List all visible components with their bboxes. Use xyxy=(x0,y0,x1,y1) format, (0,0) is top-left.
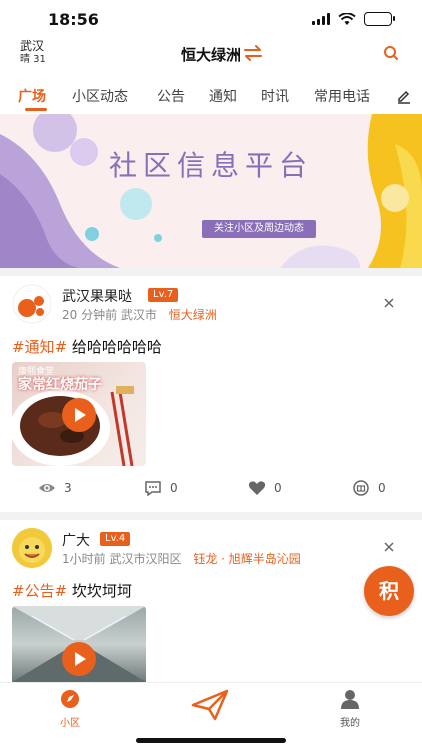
post-city: 武汉市 xyxy=(120,308,157,322)
heart-icon xyxy=(248,481,266,495)
play-icon[interactable] xyxy=(62,398,96,432)
status-time: 18:56 xyxy=(48,10,99,29)
view-count: 3 xyxy=(38,480,72,496)
post-meta: 20 分钟前 武汉市 恒大绿洲 xyxy=(62,306,217,323)
tab-plaza[interactable]: 广场 xyxy=(18,86,46,106)
post-content: 坎坎坷坷 xyxy=(71,582,132,600)
video-thumbnail[interactable]: 康熙食堂 家常红烧茄子 xyxy=(12,362,146,466)
section-divider xyxy=(0,268,422,276)
post-stats: 3 0 0 0 xyxy=(0,480,422,500)
nav-home[interactable]: 小区 xyxy=(40,689,100,729)
comment-count: 0 xyxy=(170,481,178,495)
thumb-title: 家常红烧茄子 xyxy=(18,377,102,393)
compass-icon xyxy=(61,690,79,708)
nav-mine-label: 我的 xyxy=(340,718,360,729)
post-tag[interactable]: #通知# xyxy=(12,338,67,356)
active-tab-indicator xyxy=(25,108,47,111)
view-count-value: 3 xyxy=(64,481,72,495)
author-name[interactable]: 武汉果果哒 xyxy=(62,286,132,306)
user-icon xyxy=(341,690,359,709)
post-card[interactable]: 广大 Lv.4 1小时前 武汉市汉阳区 钰龙 · 旭辉半岛沁园 #公告# 坎坎坷… xyxy=(0,520,422,682)
play-icon[interactable] xyxy=(62,642,96,676)
tab-announcement[interactable]: 公告 xyxy=(157,86,185,106)
header: 武汉 晴 31 恒大绿洲 xyxy=(0,40,422,80)
signal-icon xyxy=(312,13,330,25)
share-button[interactable]: 0 xyxy=(352,480,386,496)
tab-common-phones[interactable]: 常用电话 xyxy=(314,86,370,106)
level-badge: Lv.4 xyxy=(100,532,131,546)
tab-news-flash[interactable]: 时讯 xyxy=(261,86,289,106)
level-badge: Lv.7 xyxy=(148,288,179,302)
send-icon xyxy=(191,689,229,721)
post-tag[interactable]: #公告# xyxy=(12,582,67,600)
banner-subtitle: 关注小区及周边动态 xyxy=(202,220,316,238)
points-button[interactable]: 积 xyxy=(364,566,414,616)
post-card[interactable]: 武汉果果哒 Lv.7 20 分钟前 武汉市 恒大绿洲 #通知# 给哈哈哈哈哈 康… xyxy=(0,276,422,508)
wifi-icon xyxy=(338,12,356,25)
tab-community-news[interactable]: 小区动态 xyxy=(72,86,128,106)
like-button[interactable]: 0 xyxy=(248,480,282,496)
banner[interactable]: 社区信息平台 关注小区及周边动态 xyxy=(0,114,422,268)
nav-mine[interactable]: 我的 xyxy=(320,689,380,729)
author-name[interactable]: 广大 xyxy=(62,530,90,550)
post-time: 20 分钟前 xyxy=(62,308,118,322)
post-location[interactable]: 恒大绿洲 xyxy=(169,308,217,322)
comment-button[interactable]: 0 xyxy=(144,480,178,496)
search-icon[interactable] xyxy=(382,44,400,62)
status-bar: 18:56 xyxy=(0,0,422,40)
nav-home-label: 小区 xyxy=(60,718,80,729)
gift-share-icon xyxy=(353,480,369,496)
post-content: 给哈哈哈哈哈 xyxy=(71,338,162,356)
comment-icon xyxy=(145,481,161,496)
avatar[interactable] xyxy=(12,528,52,568)
banner-title: 社区信息平台 xyxy=(108,149,313,182)
close-icon[interactable] xyxy=(382,296,396,310)
swap-community-icon[interactable] xyxy=(242,44,264,62)
status-icons xyxy=(312,12,395,26)
battery-icon xyxy=(364,12,395,26)
video-thumbnail[interactable] xyxy=(12,606,146,682)
community-title[interactable]: 恒大绿洲 xyxy=(0,44,422,65)
tab-notice[interactable]: 通知 xyxy=(209,86,237,106)
share-count: 0 xyxy=(378,481,386,495)
post-city: 武汉市汉阳区 xyxy=(109,552,182,566)
post-time: 1小时前 xyxy=(62,552,106,566)
like-count: 0 xyxy=(274,481,282,495)
close-icon[interactable] xyxy=(382,540,396,554)
edit-tabs-icon[interactable] xyxy=(396,88,412,104)
banner-decoration xyxy=(0,114,422,268)
section-divider xyxy=(0,512,422,520)
nav-post[interactable] xyxy=(180,687,240,724)
post-text: #通知# 给哈哈哈哈哈 xyxy=(12,336,162,357)
category-tabs: 广场 小区动态 公告 通知 时讯 常用电话 xyxy=(0,82,422,112)
home-indicator xyxy=(136,738,286,743)
avatar[interactable] xyxy=(12,284,52,324)
post-location[interactable]: 钰龙 · 旭辉半岛沁园 xyxy=(193,552,300,566)
post-text: #公告# 坎坎坷坷 xyxy=(12,580,132,601)
post-meta: 1小时前 武汉市汉阳区 钰龙 · 旭辉半岛沁园 xyxy=(62,550,301,567)
eye-icon xyxy=(39,484,55,492)
